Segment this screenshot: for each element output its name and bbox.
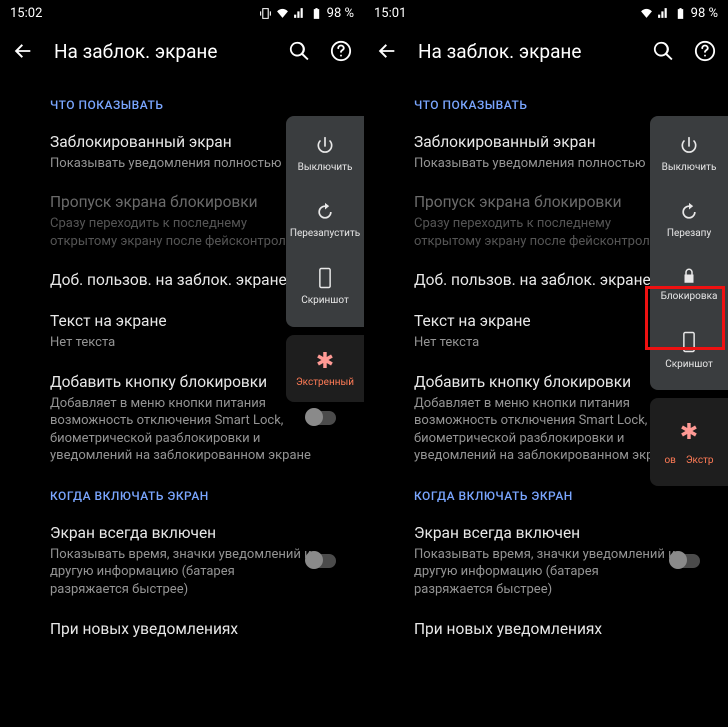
pref-title: Текст на экране — [414, 311, 678, 332]
pref-subtitle: Показывать уведомления полностью — [414, 155, 678, 173]
label: Перезапустить — [290, 228, 360, 240]
label-fragment: ов Экстр — [664, 455, 713, 466]
emergency-button[interactable]: ✱ ов Экстр — [650, 398, 728, 486]
battery-icon — [310, 7, 323, 20]
pref-title: Пропуск экрана блокировки — [414, 192, 678, 213]
lock-icon — [680, 267, 698, 285]
vibrate-icon — [259, 7, 272, 20]
wifi-icon — [640, 7, 653, 20]
power-off-button[interactable]: Выключить — [286, 122, 364, 188]
pref-title: Экран всегда включен — [414, 523, 678, 544]
pref-title: При новых уведомлениях — [50, 619, 314, 640]
pref-subtitle: Показывать уведомления полностью — [50, 155, 314, 173]
pref-subtitle: Нет текста — [50, 334, 314, 352]
emergency-icon: ✱ — [680, 420, 698, 445]
restart-button[interactable]: Перезапу — [650, 188, 728, 254]
battery-icon — [674, 7, 687, 20]
pref-new-notif[interactable]: При новых уведомлениях — [364, 609, 728, 650]
help-icon[interactable] — [330, 40, 352, 62]
toggle[interactable] — [670, 554, 700, 568]
pref-subtitle: Нет текста — [414, 334, 678, 352]
label: Блокировка — [661, 291, 718, 303]
pref-title: Заблокированный экран — [50, 132, 314, 153]
status-time: 15:02 — [10, 6, 42, 21]
pref-subtitle: Сразу переходить к последнему открытому … — [414, 215, 678, 250]
power-icon — [315, 136, 335, 156]
wifi-icon — [276, 7, 289, 20]
emergency-icon: ✱ — [316, 351, 334, 373]
page-title: На заблок. экране — [54, 40, 268, 63]
app-bar: На заблок. экране — [364, 26, 728, 76]
emergency-button[interactable]: ✱ Экстренный — [286, 335, 364, 402]
pref-subtitle: Показывать время, значки уведомлений и д… — [414, 546, 678, 599]
screenshot-button[interactable]: Скриншот — [286, 253, 364, 321]
label: Скриншот — [301, 295, 349, 307]
power-icon — [679, 136, 699, 156]
power-menu: Выключить Перезапу Блокировка Скриншот ✱… — [650, 116, 728, 486]
power-off-button[interactable]: Выключить — [650, 122, 728, 188]
search-icon[interactable] — [288, 40, 310, 62]
pref-subtitle: Добавляет в меню кнопки питания возможно… — [50, 395, 314, 465]
pref-title: Экран всегда включен — [50, 523, 314, 544]
pref-title: Текст на экране — [50, 311, 314, 332]
pref-title: Заблокированный экран — [414, 132, 678, 153]
restart-icon — [679, 202, 699, 222]
signal-icon — [657, 7, 670, 20]
screenshot-icon — [680, 331, 698, 353]
pref-title: Добавить кнопку блокировки — [50, 372, 314, 393]
back-icon[interactable] — [12, 40, 34, 62]
restart-button[interactable]: Перезапустить — [286, 188, 364, 254]
pref-new-notif[interactable]: При новых уведомлениях — [0, 609, 364, 650]
screen-right: 15:01 98 % На заблок. экране ЧТО ПОКАЗЫВ… — [364, 0, 728, 727]
toggle[interactable] — [306, 411, 336, 425]
pref-always-on[interactable]: Экран всегда включен Показывать время, з… — [364, 513, 728, 609]
pref-title: Добавить кнопку блокировки — [414, 372, 678, 393]
power-menu: Выключить Перезапустить Скриншот ✱ Экстр… — [286, 116, 364, 402]
section-when-screen-on: КОГДА ВКЛЮЧАТЬ ЭКРАН — [0, 475, 364, 513]
screenshot-icon — [316, 267, 334, 289]
back-icon[interactable] — [376, 40, 398, 62]
pref-title: Пропуск экрана блокировки — [50, 192, 314, 213]
battery-pct: 98 % — [327, 6, 354, 21]
pref-subtitle: Показывать время, значки уведомлений и д… — [50, 546, 314, 599]
pref-title: При новых уведомлениях — [414, 619, 678, 640]
pref-title: Доб. пользов. на заблок. экране — [414, 270, 678, 291]
label: Выключить — [662, 162, 717, 174]
app-bar: На заблок. экране — [0, 26, 364, 76]
label: Скриншот — [665, 359, 713, 371]
battery-pct: 98 % — [691, 6, 718, 21]
help-icon[interactable] — [694, 40, 716, 62]
search-icon[interactable] — [652, 40, 674, 62]
screen-left: 15:02 98 % На заблок. экране ЧТО ПОКАЗЫВ… — [0, 0, 364, 727]
restart-icon — [315, 202, 335, 222]
page-title: На заблок. экране — [418, 40, 632, 63]
pref-subtitle: Сразу переходить к последнему открытому … — [50, 215, 314, 250]
signal-icon — [293, 7, 306, 20]
toggle[interactable] — [306, 554, 336, 568]
lockdown-button[interactable]: Блокировка — [650, 253, 728, 317]
pref-subtitle: Добавляет в меню кнопки питания возможно… — [414, 395, 678, 465]
label: Выключить — [298, 162, 353, 174]
telegram-icon — [412, 6, 426, 20]
status-bar: 15:02 98 % — [0, 0, 364, 26]
telegram-icon — [48, 6, 62, 20]
pref-always-on[interactable]: Экран всегда включен Показывать время, з… — [0, 513, 364, 609]
label: Перезапу — [667, 228, 711, 240]
pref-title: Доб. пользов. на заблок. экране — [50, 270, 314, 291]
screenshot-button[interactable]: Скриншот — [650, 317, 728, 385]
label: Экстренный — [296, 377, 354, 388]
status-time: 15:01 — [374, 6, 406, 21]
status-bar: 15:01 98 % — [364, 0, 728, 26]
